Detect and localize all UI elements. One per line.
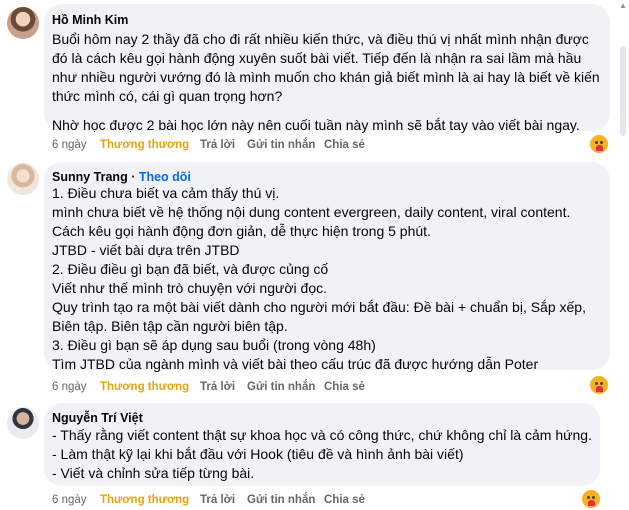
like-button[interactable]: Thương thương — [100, 494, 189, 506]
comment-text: - Thấy rằng viết content thật sự khoa họ… — [52, 426, 592, 483]
scroll-up-arrow-icon[interactable]: ▲ — [619, 2, 627, 10]
scrollbar[interactable]: ▲ — [617, 0, 629, 510]
share-button[interactable]: Chia sẻ — [324, 494, 365, 506]
avatar[interactable] — [7, 407, 39, 439]
comment-3: Nguyễn Trí Việt - Thấy rằng viết content… — [0, 0, 629, 510]
scrollbar-thumb[interactable] — [620, 46, 626, 136]
comment-author[interactable]: Nguyễn Trí Việt — [52, 411, 143, 425]
comment-line: - Làm thật kỹ lại khi bắt đầu với Hook (… — [52, 446, 464, 462]
reaction-care-icon[interactable] — [582, 490, 600, 508]
comment-line: - Thấy rằng viết content thật sự khoa họ… — [52, 427, 592, 443]
send-message-button[interactable]: Gửi tin nhắn — [247, 494, 315, 506]
comment-actions: 6 ngày Thương thương Trả lời Gửi tin nhắ… — [52, 494, 572, 508]
comment-line: - Viết và chỉnh sửa tiếp từng bài. — [52, 465, 255, 481]
comment-time[interactable]: 6 ngày — [52, 494, 87, 506]
reply-button[interactable]: Trả lời — [200, 494, 235, 506]
